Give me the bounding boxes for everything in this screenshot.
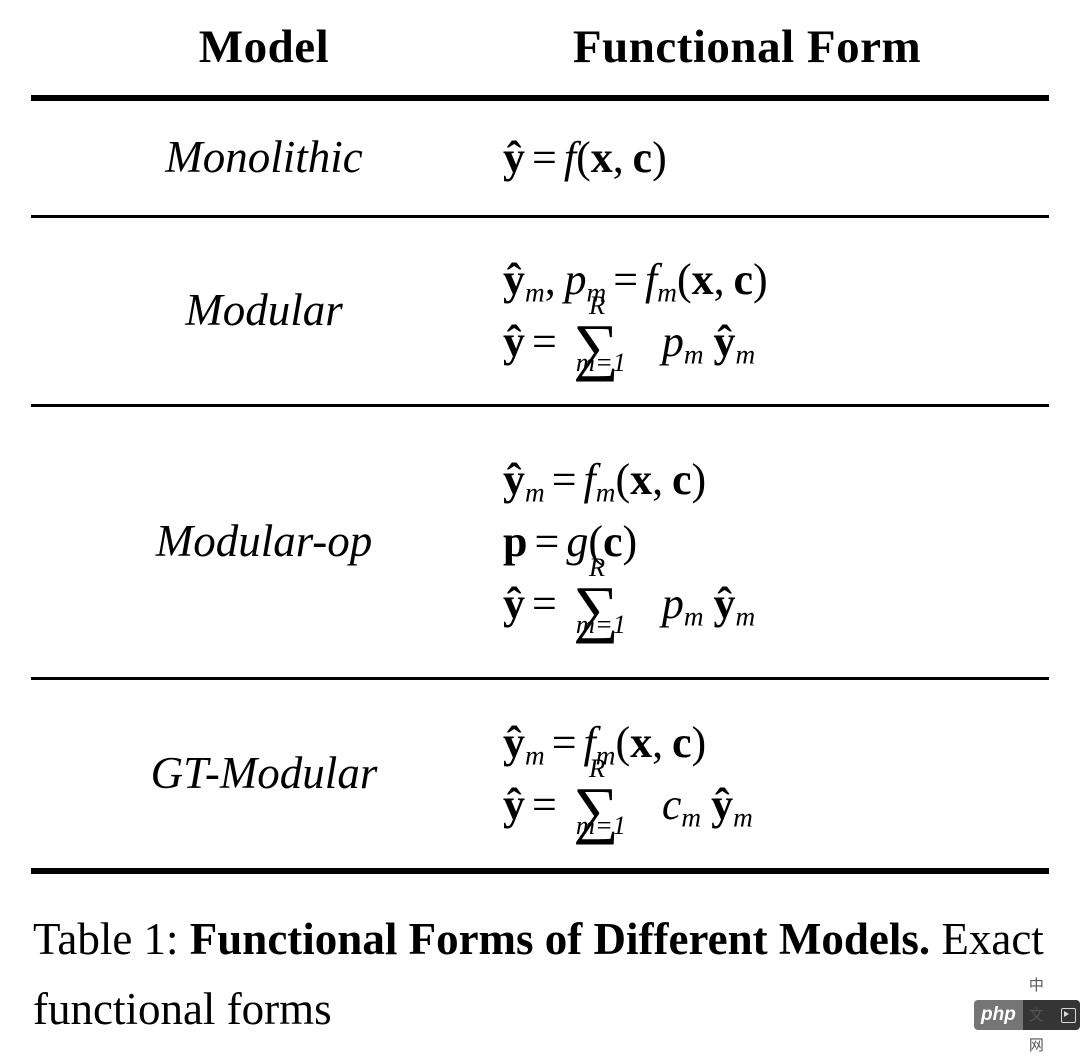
table-rule-bottom [31,868,1049,874]
row-model-name-cell: Modular [31,287,503,334]
row-formula-cell: ŷ = f(x, c) [503,127,1049,189]
row-formula-cell: ŷm = fm(x, c) ŷ = R ∑ m=1 cm ŷm [503,712,1049,846]
row-formula-cell: ŷm, pm = fm(x, c) ŷ = R ∑ m=1 pm ŷm [503,249,1049,383]
summation-symbol: R ∑ m=1 [573,552,626,645]
formula-block-monolithic: ŷ = f(x, c) [503,127,1049,189]
formula-line: ŷm, pm = fm(x, c) [503,255,768,308]
formula-line: ŷm = fm(x, c) [503,718,707,771]
table-row: GT-Modular ŷm = fm(x, c) ŷ = R ∑ m=1 cm ŷm [31,680,1049,868]
table-row: Modular ŷm, pm = fm(x, c) ŷ = R ∑ m=1 pm ŷm [31,218,1049,404]
summation-symbol: R ∑ m=1 [573,290,626,383]
formula-block-gt-modular: ŷm = fm(x, c) ŷ = R ∑ m=1 cm ŷm [503,712,1049,846]
watermark-cn-badge: 中文网 [1022,976,1080,1054]
watermark: php 中文网 [974,976,1080,1054]
table-row: Monolithic ŷ = f(x, c) [31,101,1049,215]
model-name-monolithic: Monolithic [165,132,363,183]
model-name-gt-modular: GT-Modular [150,748,378,799]
watermark-php-label: php [974,1000,1023,1030]
table-figure: Model Functional Form Monolithic ŷ = f(x, … [0,0,1080,874]
model-name-modular-op: Modular-op [155,516,373,567]
formula-block-modular: ŷm, pm = fm(x, c) ŷ = R ∑ m=1 pm ŷm [503,249,1049,383]
table-caption: Table 1: Functional Forms of Different M… [33,905,1053,1045]
formula-line: ŷ = R ∑ m=1 pm ŷm [503,290,756,383]
formula-line: p = g(c) [503,517,638,566]
row-formula-cell: ŷm = fm(x, c) p = g(c) ŷ = R ∑ m=1 pm ŷm [503,449,1049,645]
caption-title: Functional Forms of Different Models. [189,914,931,964]
formula-block-modular-op: ŷm = fm(x, c) p = g(c) ŷ = R ∑ m=1 pm ŷm [503,449,1049,645]
table-header-row: Model Functional Form [31,0,1049,95]
formula-line: ŷ = f(x, c) [503,133,667,182]
row-model-name-cell: Modular-op [31,518,503,565]
summation-symbol: R ∑ m=1 [573,753,626,846]
table-row: Modular-op ŷm = fm(x, c) p = g(c) ŷ = R ∑ m=1 pm ŷ… [31,407,1049,677]
header-cell-functional-form: Functional Form [503,24,1049,71]
header-label-functional-form: Functional Form [572,21,922,73]
row-model-name-cell: Monolithic [31,134,503,181]
video-icon [1061,1007,1076,1023]
formula-line: ŷm = fm(x, c) [503,455,707,508]
row-model-name-cell: GT-Modular [31,750,503,797]
formula-line: ŷ = R ∑ m=1 cm ŷm [503,753,753,846]
header-cell-model: Model [31,24,503,71]
header-label-model: Model [198,21,330,73]
caption-number: Table 1: [33,914,179,964]
model-name-modular: Modular [185,285,343,336]
watermark-cn-label: 中文网 [1028,976,1044,1054]
formula-line: ŷ = R ∑ m=1 pm ŷm [503,552,756,645]
